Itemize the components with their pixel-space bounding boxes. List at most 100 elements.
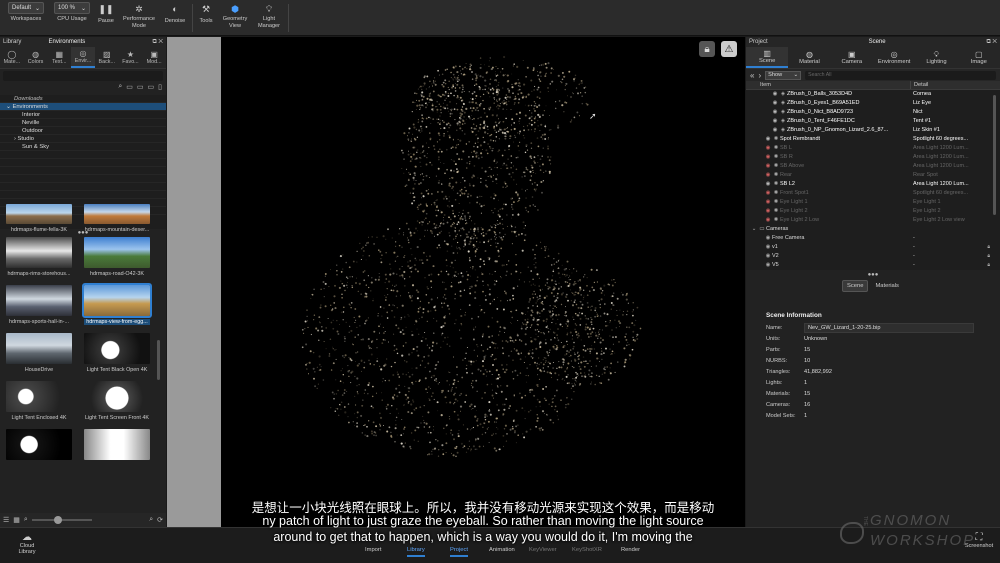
scene-tree-row[interactable]: ◉ ✺ SB Above Area Light 1200 Lum...	[746, 162, 1000, 171]
grid-view-icon[interactable]: ▦	[13, 516, 20, 524]
light-manager-button[interactable]: 💡︎ Light Manager	[254, 2, 284, 29]
tree-item[interactable]: Outdoor	[0, 127, 166, 135]
list-view-icon[interactable]: ☰	[3, 516, 9, 524]
tree-item[interactable]: › Studio	[0, 135, 166, 143]
scene-tree-row[interactable]: ◉ ◈ ZBrush_0_Tent_F46FE1DC Tent #1	[746, 117, 1000, 126]
trash-icon[interactable]: ▯	[158, 83, 162, 93]
expand-icon[interactable]: ›	[758, 71, 761, 80]
environment-thumbnail[interactable]	[84, 429, 150, 463]
render-viewport[interactable]: ➚	[221, 37, 745, 527]
environment-thumbnail[interactable]: Light Tent Enclosed 4K	[6, 381, 72, 421]
cpu-usage-select[interactable]: 100 % ⌄	[54, 2, 90, 14]
scene-tree-row[interactable]: ◉ ◈ ZBrush_0_Balls_3053D4D Cornea	[746, 90, 1000, 99]
bottom-tab[interactable]: Project	[450, 547, 469, 557]
tree-item[interactable]: ⌄ Environments	[0, 103, 166, 111]
visibility-eye-icon[interactable]: ◉	[764, 135, 772, 144]
warning-icon[interactable]: ⚠	[721, 41, 737, 57]
visibility-eye-icon[interactable]: ◉	[771, 117, 779, 126]
library-tab[interactable]: ◯ Mate...	[0, 47, 24, 68]
environment-thumbnail[interactable]: hdrmaps-sports-hall-in-...	[6, 285, 72, 325]
visibility-eye-icon[interactable]: ◉	[764, 162, 772, 171]
cloud-library-button[interactable]: ☁ Cloud Library	[12, 532, 42, 555]
project-tab[interactable]: ▢ Image	[958, 47, 1000, 68]
lock-icon[interactable]: 🔒︎	[987, 261, 990, 270]
popout-icon[interactable]: ⧉	[152, 39, 156, 45]
visibility-eye-icon[interactable]: ◉	[764, 207, 772, 216]
project-tab[interactable]: ◎ Environment	[873, 47, 915, 68]
scene-tree-row[interactable]: ◉ ✺ Spot Rembrandt Spotlight 60 degrees...	[746, 135, 1000, 144]
lock-icon[interactable]: 🔒︎	[699, 41, 715, 57]
scene-tree-row[interactable]: ◉ ✺ SB L Area Light 1200 Lum...	[746, 144, 1000, 153]
refresh-icon[interactable]: ⟳	[157, 516, 163, 524]
folder-icon[interactable]: ▭	[126, 83, 133, 93]
visibility-eye-icon[interactable]: ◉	[771, 108, 779, 117]
scene-tree-row[interactable]: ◉ ✺ Eye Light 1 Eye Light 1	[746, 198, 1000, 207]
tree-item[interactable]: Downloads	[0, 95, 166, 103]
slider-knob[interactable]	[53, 516, 62, 524]
bottom-tab[interactable]: Render	[621, 547, 640, 553]
environment-thumbnail[interactable]: HouseDrive	[6, 333, 72, 373]
project-tab[interactable]: 💡︎ Lighting	[915, 47, 957, 68]
library-search-input[interactable]	[3, 71, 163, 81]
thumbnail-size-slider[interactable]	[31, 516, 92, 524]
tree-item[interactable]: Sun & Sky	[0, 143, 166, 151]
close-icon[interactable]: ✕	[158, 39, 163, 45]
environment-thumbnail[interactable]: hdrmaps-road-O42-3K	[84, 237, 150, 277]
environment-thumbnail[interactable]: Light Tent Black Open 4K	[84, 333, 150, 373]
scene-tree-row[interactable]: ◉ ✺ Front Spot1 Spotlight 60 degrees...	[746, 189, 1000, 198]
environment-thumbnail[interactable]: hdrmaps-view-from-egg...	[82, 283, 152, 325]
visibility-eye-icon[interactable]: ◉	[764, 180, 772, 189]
zoom-in-icon[interactable]: ⌕	[149, 516, 153, 524]
environment-thumbnail[interactable]: hdrmaps-mountain-deser...	[84, 204, 150, 233]
bottom-tab[interactable]: Animation	[489, 547, 515, 553]
visibility-eye-icon[interactable]: ◉	[771, 90, 779, 99]
tools-button[interactable]: ⚒ Tools	[196, 2, 216, 25]
scene-tree-row[interactable]: ◉ ✺ Rear Rear Spot	[746, 171, 1000, 180]
bottom-tab[interactable]: Import	[365, 547, 381, 553]
zoom-out-icon[interactable]: ⌕	[24, 516, 28, 524]
popout-icon[interactable]: ⧉	[986, 39, 990, 45]
scene-tree-row[interactable]: ◉ ✺ SB L2 Area Light 1200 Lum...	[746, 180, 1000, 189]
scene-tree-row[interactable]: ◉ ◈ ZBrush_0_NP_Gnomon_Lizard_2.6_87... Liz…	[746, 126, 1000, 135]
close-icon[interactable]: ✕	[992, 39, 997, 45]
denoise-button[interactable]: ◐ Denoise	[162, 2, 188, 25]
geometry-view-button[interactable]: ⬢ Geometry View	[219, 2, 251, 29]
col-item[interactable]: Item	[746, 81, 910, 89]
project-tab[interactable]: ▣ Camera	[831, 47, 873, 68]
visibility-eye-icon[interactable]: ◉	[771, 126, 779, 135]
library-tab[interactable]: ▨ Back...	[95, 47, 119, 68]
info-tab[interactable]: Materials	[871, 280, 903, 292]
library-scrollbar[interactable]	[157, 340, 160, 380]
environment-thumbnail[interactable]: hdrmaps-flume-fella-3K	[6, 204, 72, 233]
splitter-handle[interactable]: ●●●	[746, 272, 1000, 278]
visibility-eye-icon[interactable]: ◉	[771, 99, 779, 108]
library-tab[interactable]: ◍ Colors	[24, 47, 48, 68]
environment-thumbnail[interactable]: Light Tent Screen Front 4K	[84, 381, 150, 421]
workspace-select[interactable]: Default ⌄	[8, 2, 44, 14]
search-icon[interactable]: ⌕	[118, 83, 122, 93]
scene-info-value[interactable]: Nev_GW_Lizard_1-20-25.bip	[804, 322, 974, 333]
visibility-eye-icon[interactable]: ◉	[764, 144, 772, 153]
project-tab[interactable]: ◍ Material	[788, 47, 830, 68]
scene-tree-row[interactable]: ◉ ✺ SB R Area Light 1200 Lum...	[746, 153, 1000, 162]
bottom-tab[interactable]: Library	[407, 547, 425, 557]
library-tab[interactable]: ★ Favo...	[119, 47, 143, 68]
scene-tree-row[interactable]: ◉ ✺ Eye Light 2 Eye Light 2	[746, 207, 1000, 216]
folder-import-icon[interactable]: ▭	[148, 83, 155, 93]
scene-tree-row[interactable]: ◉ V2- 🔒︎	[746, 252, 1000, 261]
show-select[interactable]: Show ⌄	[765, 70, 802, 80]
tree-item[interactable]: Interior	[0, 111, 166, 119]
scene-search-input[interactable]: Search All	[805, 70, 996, 80]
scene-tree-row[interactable]: ◉ V5- 🔒︎	[746, 261, 1000, 270]
library-tab[interactable]: ◎ Envir...	[71, 47, 95, 68]
environment-thumbnail[interactable]: hdrmaps-rims-storehous...	[6, 237, 72, 277]
lock-icon[interactable]: 🔒︎	[987, 243, 990, 252]
scene-tree-row[interactable]: ◉ Free Camera -	[746, 234, 1000, 243]
bottom-tab[interactable]: KeyViewer	[529, 547, 557, 553]
visibility-eye-icon[interactable]: ◉	[764, 189, 772, 198]
tree-item[interactable]: Neville	[0, 119, 166, 127]
library-tab[interactable]: ▣ Mod...	[142, 47, 166, 68]
pause-button[interactable]: ❚❚ Pause	[95, 2, 117, 25]
visibility-eye-icon[interactable]: ◉	[764, 216, 772, 225]
visibility-eye-icon[interactable]: ◉	[764, 153, 772, 162]
